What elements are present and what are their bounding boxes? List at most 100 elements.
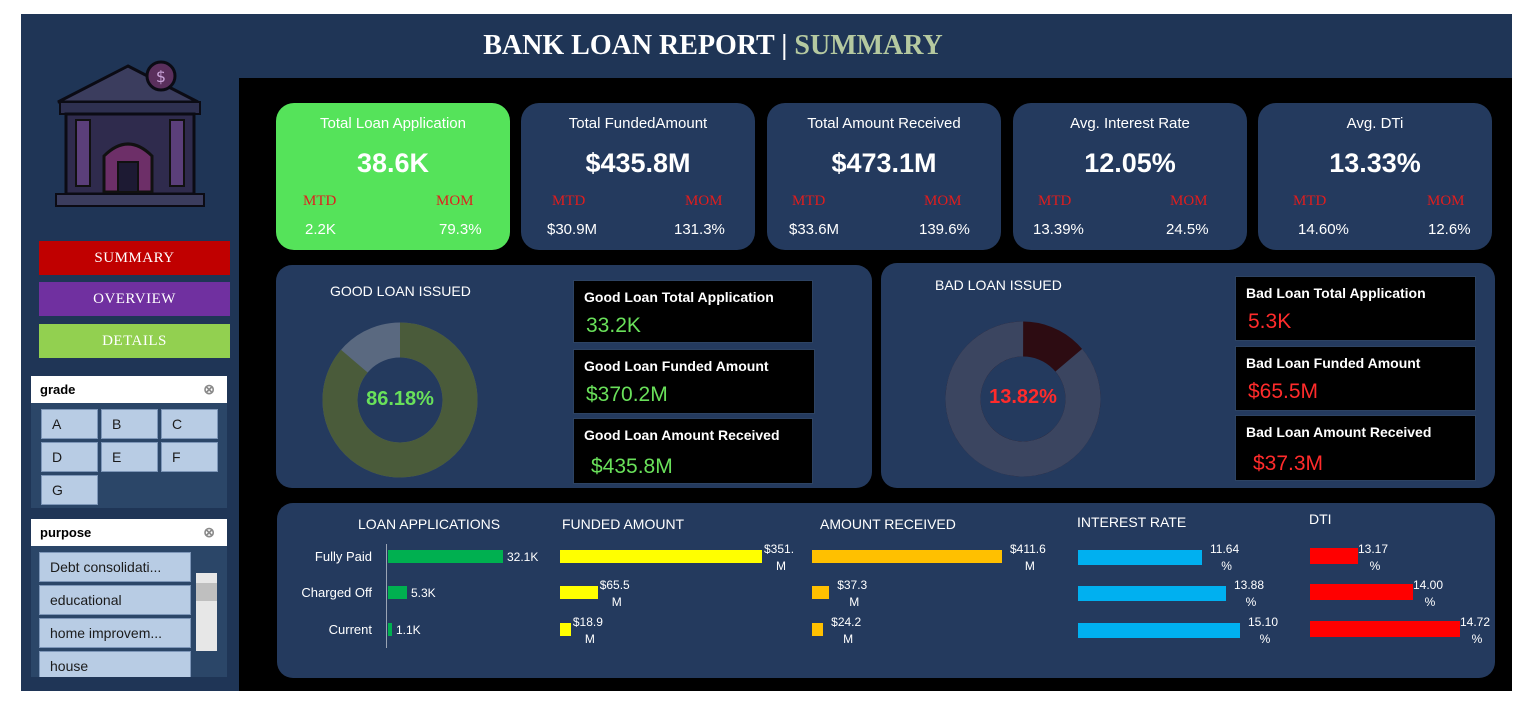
kpi-value: $473.1M <box>831 148 937 178</box>
category-axis <box>386 544 387 648</box>
grade-option-f[interactable]: F <box>161 442 218 472</box>
kpi-mtd-value: $30.9M <box>547 221 598 238</box>
data-label: 5.3K <box>410 586 436 600</box>
nav-summary-button[interactable]: SUMMARY <box>39 241 230 275</box>
card-label: Bad Loan Funded Amount <box>1246 355 1421 371</box>
chart-title: LOAN APPLICATIONS <box>358 516 501 532</box>
card-label: Good Loan Funded Amount <box>584 358 769 374</box>
kpi-value: $435.8M <box>585 148 691 178</box>
card-value: 33.2K <box>586 314 641 337</box>
data-label: 1.1K <box>396 623 421 637</box>
good-loan-percent: 86.18% <box>366 388 434 410</box>
kpi-total-funded-amount: Total FundedAmount $435.8M MTD MOM $30.9… <box>521 103 755 250</box>
grade-slicer-title: grade <box>40 382 76 397</box>
title-main: BANK LOAN REPORT | <box>483 30 788 61</box>
grade-slicer: grade ⊗ A B C D E F G <box>31 376 227 508</box>
kpi-mtd-label: MTD <box>792 193 826 209</box>
clear-filter-icon[interactable]: ⊗ <box>203 376 215 403</box>
bar-fully-paid <box>388 550 503 563</box>
purpose-slicer-header: purpose ⊗ <box>31 519 227 546</box>
purpose-option-educational[interactable]: educational <box>39 585 191 615</box>
kpi-mom-value: 79.3% <box>439 221 482 238</box>
clear-filter-icon[interactable]: ⊗ <box>203 519 215 546</box>
good-loan-panel: GOOD LOAN ISSUED 86.18% Good Loan Total … <box>276 265 872 488</box>
data-label: 13.88% <box>1234 578 1265 609</box>
kpi-mom-value: 131.3% <box>674 221 725 238</box>
kpi-value: 12.05% <box>1084 148 1176 178</box>
kpi-value: 38.6K <box>356 148 430 178</box>
grade-option-d[interactable]: D <box>41 442 98 472</box>
data-label: 15.10% <box>1248 615 1279 646</box>
bar-charged-off <box>1078 586 1226 601</box>
kpi-mom-label: MOM <box>1427 193 1465 209</box>
bar-fully-paid <box>1078 550 1202 565</box>
purpose-option-home-improvement[interactable]: home improvem... <box>39 618 191 648</box>
kpi-mtd-value: $33.6M <box>789 221 840 238</box>
bar-charged-off <box>560 586 598 599</box>
card-value: $65.5M <box>1248 380 1319 403</box>
grade-option-e[interactable]: E <box>101 442 158 472</box>
data-label: $37.3 M <box>837 578 868 609</box>
scrollbar-thumb[interactable] <box>196 583 217 601</box>
chart-title: AMOUNT RECEIVED <box>820 516 956 532</box>
bar-charged-off <box>812 586 830 599</box>
bar-charged-off <box>1310 584 1413 600</box>
purpose-option-debt[interactable]: Debt consolidati... <box>39 552 191 582</box>
category-label: Current <box>328 622 372 637</box>
data-label: $351. M <box>764 542 795 573</box>
good-loan-title: GOOD LOAN ISSUED <box>330 283 471 299</box>
data-label: $411.6 M <box>1010 542 1046 573</box>
kpi-avg-interest-rate: Avg. Interest Rate 12.05% MTD MOM 13.39%… <box>1013 103 1247 250</box>
title-highlight: SUMMARY <box>787 30 943 61</box>
data-label: 11.64% <box>1210 542 1240 573</box>
kpi-label: Total FundedAmount <box>568 115 708 132</box>
card-value: $370.2M <box>586 383 668 406</box>
bar-current <box>560 623 571 636</box>
kpi-mtd-label: MTD <box>552 193 586 209</box>
data-label: $65.5 M <box>599 578 630 609</box>
purpose-slicer: purpose ⊗ Debt consolidati... educationa… <box>31 519 227 677</box>
card-value: 5.3K <box>1248 310 1292 333</box>
kpi-mtd-value: 2.2K <box>305 221 336 238</box>
bad-loan-funded-card: Bad Loan Funded Amount $65.5M <box>1235 346 1476 411</box>
kpi-label: Avg. DTi <box>1346 115 1404 132</box>
good-loan-applications-card: Good Loan Total Application 33.2K <box>573 280 813 343</box>
kpi-label: Total Loan Application <box>320 115 466 132</box>
kpi-mom-label: MOM <box>685 193 723 209</box>
kpi-mtd-value: 14.60% <box>1298 221 1349 238</box>
bar-fully-paid <box>812 550 1002 563</box>
nav-overview-button[interactable]: OVERVIEW <box>39 282 230 316</box>
purpose-option-house[interactable]: house <box>39 651 191 677</box>
data-label: 14.00% <box>1413 578 1444 609</box>
kpi-mtd-label: MTD <box>1038 193 1072 209</box>
card-label: Bad Loan Total Application <box>1246 285 1426 301</box>
kpi-avg-dti: Avg. DTi 13.33% MTD MOM 14.60% 12.6% <box>1258 103 1492 250</box>
purpose-scrollbar[interactable] <box>196 573 217 651</box>
nav-details-button[interactable]: DETAILS <box>39 324 230 358</box>
category-label: Fully Paid <box>314 549 372 564</box>
card-value: $435.8M <box>591 455 673 478</box>
data-label: 14.72% <box>1460 615 1491 646</box>
bar-charged-off <box>388 586 407 599</box>
bad-loan-received-card: Bad Loan Amount Received $37.3M <box>1235 415 1476 481</box>
bad-loan-title: BAD LOAN ISSUED <box>935 277 1062 293</box>
bad-loan-applications-card: Bad Loan Total Application 5.3K <box>1235 276 1476 341</box>
data-label: 13.17% <box>1358 542 1389 573</box>
bank-logo-icon: $ <box>55 60 205 207</box>
grade-option-g[interactable]: G <box>41 475 98 505</box>
grade-option-a[interactable]: A <box>41 409 98 439</box>
data-label: $18.9 M <box>572 615 603 646</box>
data-label: $24.2 M <box>831 615 862 646</box>
bar-current <box>812 623 824 636</box>
kpi-total-amount-received: Total Amount Received $473.1M MTD MOM $3… <box>767 103 1001 250</box>
grade-option-b[interactable]: B <box>101 409 158 439</box>
page-title: BANK LOAN REPORT | SUMMARY <box>0 30 1426 62</box>
kpi-mtd-value: 13.39% <box>1033 221 1084 238</box>
card-value: $37.3M <box>1253 452 1324 475</box>
kpi-mom-label: MOM <box>924 193 962 209</box>
kpi-value: 13.33% <box>1329 148 1421 178</box>
kpi-mom-value: 24.5% <box>1166 221 1209 238</box>
kpi-mom-value: 139.6% <box>919 221 970 238</box>
chart-title: DTI <box>1309 511 1332 527</box>
grade-option-c[interactable]: C <box>161 409 218 439</box>
